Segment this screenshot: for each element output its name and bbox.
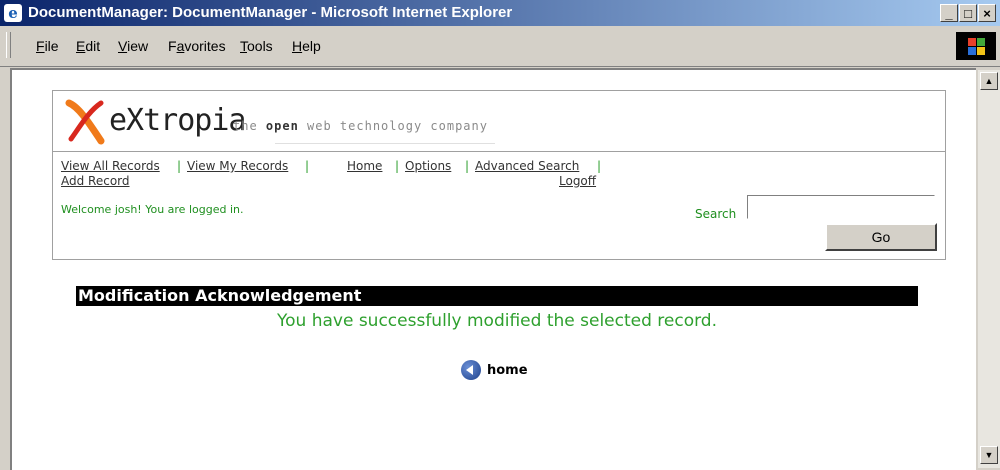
- menu-bar: File Edit View Favorites Tools Help: [0, 26, 1000, 67]
- window-titlebar: e DocumentManager: DocumentManager - Mic…: [0, 0, 1000, 26]
- tagline-underline: [275, 143, 495, 144]
- header-panel: eXtropia the open web technology company…: [52, 90, 946, 260]
- maximize-button[interactable]: □: [959, 4, 977, 22]
- scroll-down-button[interactable]: ▼: [980, 446, 998, 464]
- header-divider: [53, 151, 945, 152]
- nav-separator: |: [597, 159, 602, 173]
- company-tagline: the open web technology company: [233, 119, 488, 133]
- nav-separator: |: [305, 159, 310, 173]
- menu-file[interactable]: File: [36, 38, 59, 54]
- nav-separator: |: [465, 159, 470, 173]
- page-heading: Modification Acknowledgement: [76, 286, 918, 306]
- success-message: You have successfully modified the selec…: [277, 311, 717, 331]
- windows-logo-icon: [956, 32, 996, 60]
- nav-separator: |: [177, 159, 182, 173]
- extropia-logo-text: eXtropia: [109, 103, 246, 138]
- search-label: Search: [695, 207, 737, 221]
- search-input[interactable]: [747, 195, 935, 219]
- window-title: DocumentManager: DocumentManager - Micro…: [28, 4, 513, 21]
- go-button[interactable]: Go: [825, 223, 937, 251]
- minimize-button[interactable]: _: [940, 4, 958, 22]
- menu-view[interactable]: View: [118, 38, 148, 54]
- welcome-message: Welcome josh! You are logged in.: [61, 203, 244, 216]
- scroll-up-button[interactable]: ▲: [980, 72, 998, 90]
- close-button[interactable]: ×: [978, 4, 996, 22]
- internet-explorer-icon: e: [4, 4, 22, 22]
- vertical-scrollbar[interactable]: ▲ ▼: [978, 70, 1000, 468]
- advanced-search-link[interactable]: Advanced Search: [475, 159, 579, 173]
- add-record-link[interactable]: Add Record: [61, 174, 130, 188]
- toolbar-grip[interactable]: [6, 32, 11, 58]
- nav-separator: |: [395, 159, 400, 173]
- home-link[interactable]: home: [461, 360, 528, 380]
- home-nav-link[interactable]: Home: [347, 159, 382, 173]
- logoff-link[interactable]: Logoff: [559, 174, 596, 188]
- menu-favorites[interactable]: Favorites: [168, 38, 226, 54]
- menu-edit[interactable]: Edit: [76, 38, 100, 54]
- menu-help[interactable]: Help: [292, 38, 321, 54]
- extropia-x-logo-icon: [65, 99, 105, 145]
- back-arrow-icon: [461, 360, 481, 380]
- view-my-records-link[interactable]: View My Records: [187, 159, 288, 173]
- menu-tools[interactable]: Tools: [240, 38, 273, 54]
- home-link-label: home: [487, 362, 528, 378]
- view-all-records-link[interactable]: View All Records: [61, 159, 160, 173]
- options-link[interactable]: Options: [405, 159, 451, 173]
